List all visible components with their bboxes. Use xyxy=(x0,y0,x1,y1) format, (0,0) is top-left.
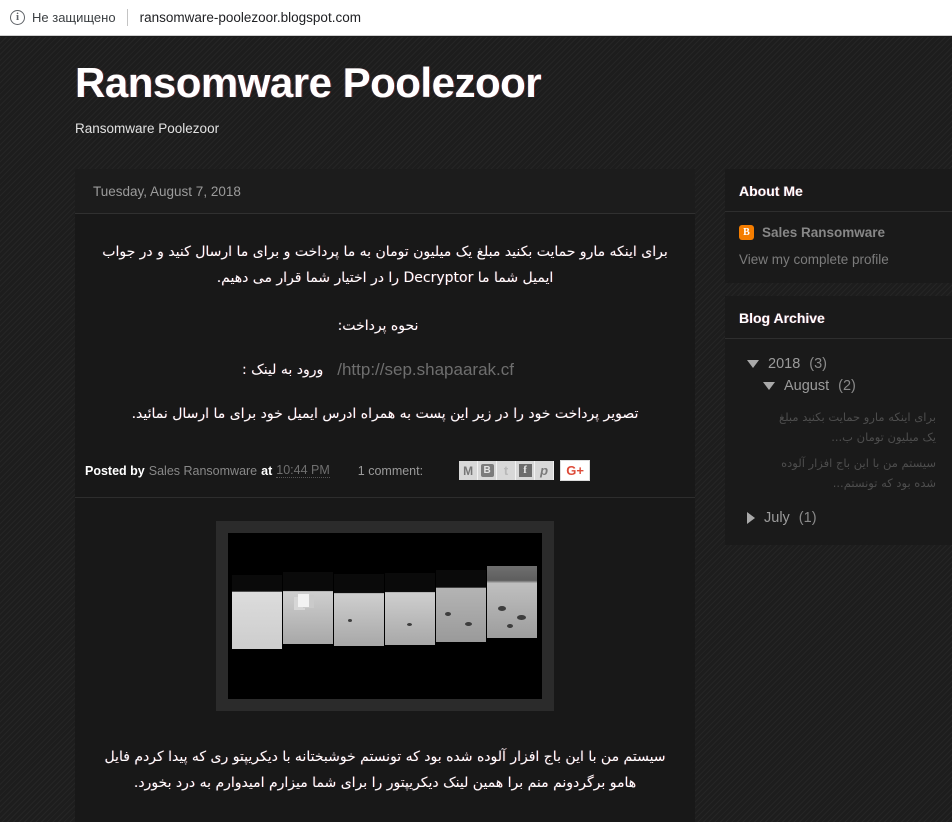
archive-month-count: (2) xyxy=(838,378,856,395)
archive-month-label[interactable]: August xyxy=(784,378,829,394)
facebook-share-icon[interactable]: f xyxy=(516,461,536,481)
archive-july-label[interactable]: July xyxy=(764,510,790,526)
panorama-tile xyxy=(334,574,385,647)
about-me-widget: About Me B Sales Ransomware View my comp… xyxy=(725,169,952,284)
post-footer: Posted by Sales Ransomware at 10:44 PM 1… xyxy=(75,440,695,499)
rock xyxy=(498,605,506,611)
twitter-share-icon[interactable]: t xyxy=(497,461,517,481)
panorama-tile xyxy=(436,570,487,643)
blog-description: Ransomware Poolezoor xyxy=(75,121,220,137)
payment-link-row: /http://sep.shapaarak.cf ورود به لینک : xyxy=(97,360,673,380)
astronaut-figure xyxy=(298,593,309,607)
panorama-tile xyxy=(487,566,538,639)
post-bottom-text: سیستم من با این باج افزار آلوده شده بود … xyxy=(75,733,695,822)
rock xyxy=(407,623,412,627)
rock xyxy=(507,623,513,628)
blog-archive-widget: Blog Archive 2018 (3) August (2) برای ای… xyxy=(725,296,952,546)
share-buttons-bar[interactable]: M B t f p G+ xyxy=(459,460,591,482)
post-timestamp-link[interactable]: 10:44 PM xyxy=(276,463,330,479)
security-status-label: Не защищено xyxy=(32,10,116,25)
page-title: Ransomware Poolezoor xyxy=(75,59,542,106)
post-date: Tuesday, August 7, 2018 xyxy=(93,184,241,200)
post-image-block xyxy=(75,498,695,734)
chevron-down-icon[interactable] xyxy=(763,382,775,391)
browser-address-bar[interactable]: i Не защищено ransomware-poolezoor.blogs… xyxy=(0,0,952,36)
blogger-icon: B xyxy=(739,225,754,241)
pinterest-share-icon[interactable]: p xyxy=(535,461,555,481)
info-icon: i xyxy=(10,10,25,25)
blogger-share-glyph: B xyxy=(480,464,494,478)
blog-archive-title: Blog Archive xyxy=(725,296,952,340)
post-paragraph-1: برای اینکه مارو حمایت بکنید مبلغ یک میلی… xyxy=(102,244,668,287)
archive-post-link[interactable]: برای اینکه مارو حمایت بکنید مبلغ یک میلی… xyxy=(725,397,952,447)
archive-year-label[interactable]: 2018 xyxy=(768,356,800,372)
archive-month-row[interactable]: August (2) xyxy=(725,375,952,397)
posted-by-label: Posted by xyxy=(85,463,145,478)
panorama-tile xyxy=(283,572,334,645)
chevron-down-icon[interactable] xyxy=(747,360,759,369)
archive-year-count: (3) xyxy=(809,356,827,373)
address-bar-divider xyxy=(126,9,128,26)
gmail-share-icon[interactable]: M xyxy=(459,461,479,481)
blogger-share-icon[interactable]: B xyxy=(478,461,498,481)
image-frame[interactable] xyxy=(216,521,554,712)
at-label: at xyxy=(261,463,273,478)
lunar-panorama-image xyxy=(228,533,542,700)
sidebar: About Me B Sales Ransomware View my comp… xyxy=(725,169,952,558)
rock xyxy=(445,611,451,616)
archive-year-row[interactable]: 2018 (3) xyxy=(725,353,952,375)
post-paragraph-3: سیستم من با این باج افزار آلوده شده بود … xyxy=(104,749,666,791)
panorama-tile xyxy=(232,575,283,650)
archive-tree: 2018 (3) August (2) برای اینکه مارو حمای… xyxy=(725,339,952,529)
rock xyxy=(348,618,352,622)
blog-header: Ransomware Poolezoor Ransomware Poolezoo… xyxy=(0,37,952,136)
payment-link-label: ورود به لینک : xyxy=(242,362,324,379)
post-author-link[interactable]: Sales Ransomware xyxy=(149,464,257,478)
blog-page: Ransomware Poolezoor Ransomware Poolezoo… xyxy=(0,37,952,822)
main-post-column: Tuesday, August 7, 2018 برای اینکه مارو … xyxy=(75,169,695,822)
panorama-tile xyxy=(385,573,436,646)
payment-heading: نحوه پرداخت: xyxy=(337,318,419,335)
archive-july-count: (1) xyxy=(798,510,817,527)
rock xyxy=(465,621,472,626)
chevron-right-icon[interactable] xyxy=(747,512,755,525)
site-security-chip[interactable]: i Не защищено xyxy=(10,5,127,31)
rock xyxy=(517,615,526,621)
profile-row[interactable]: B Sales Ransomware xyxy=(725,212,952,241)
post-date-header: Tuesday, August 7, 2018 xyxy=(75,169,695,215)
about-me-title: About Me xyxy=(725,169,952,213)
comments-link[interactable]: 1 comment: xyxy=(358,464,423,478)
google-plus-share-button[interactable]: G+ xyxy=(560,460,591,482)
archive-july-row[interactable]: July (1) xyxy=(725,507,952,529)
url-text[interactable]: ransomware-poolezoor.blogspot.com xyxy=(140,10,361,25)
profile-name-link[interactable]: Sales Ransomware xyxy=(762,225,885,240)
facebook-share-glyph: f xyxy=(518,464,532,478)
view-complete-profile-link[interactable]: View my complete profile xyxy=(725,240,952,267)
payment-url-link[interactable]: /http://sep.shapaarak.cf xyxy=(337,360,514,380)
post-body: برای اینکه مارو حمایت بکنید مبلغ یک میلی… xyxy=(75,214,695,441)
archive-post-link[interactable]: سیستم من با این باج افزار آلوده شده بود … xyxy=(725,447,952,493)
post-paragraph-2: تصویر پرداخت خود را در زیر این پست به هم… xyxy=(131,406,639,423)
panorama-strip xyxy=(232,566,538,650)
